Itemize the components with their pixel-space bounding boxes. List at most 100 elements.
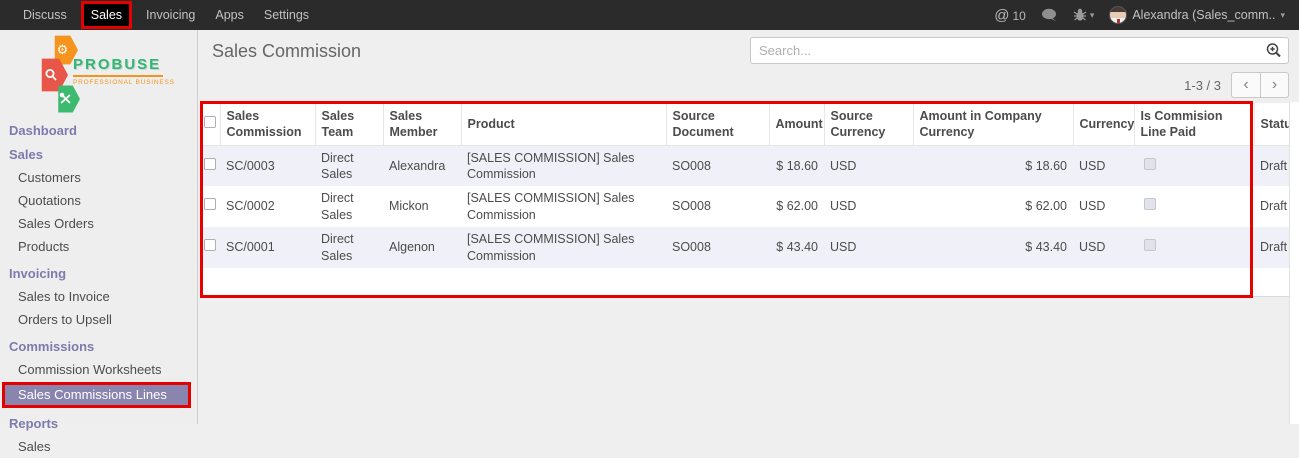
sidebar-heading-commissions[interactable]: Commissions <box>0 334 197 358</box>
cell-amount: $ 62.00 <box>769 186 824 227</box>
cell-amount: $ 43.40 <box>769 227 824 268</box>
cell-currency: USD <box>1073 227 1134 268</box>
cell-sales-commission: SC/0003 <box>220 145 315 186</box>
mention-count: 10 <box>1012 9 1025 23</box>
logo-title: PROBUSE <box>73 56 175 73</box>
chevron-down-icon: ▾ <box>1280 10 1285 21</box>
sidebar-item-orders-to-upsell[interactable]: Orders to Upsell <box>0 308 197 331</box>
is-paid-checkbox <box>1144 198 1156 210</box>
top-navbar: Discuss Sales Invoicing Apps Settings @ … <box>0 0 1299 30</box>
messages-button[interactable] <box>1041 8 1058 22</box>
nav-apps[interactable]: Apps <box>205 0 254 30</box>
table-header-row: Sales Commission Sales Team Sales Member… <box>200 103 1289 145</box>
cell-source-document: SO008 <box>666 227 769 268</box>
cell-sales-commission: SC/0002 <box>220 186 315 227</box>
cell-product: [SALES COMMISSION] Sales Commission <box>461 145 666 186</box>
sidebar-item-customers[interactable]: Customers <box>0 166 197 189</box>
table-row[interactable]: SC/0002 Direct Sales Mickon [SALES COMMI… <box>200 186 1289 227</box>
commission-lines-table: Sales Commission Sales Team Sales Member… <box>200 103 1289 268</box>
sidebar-item-sales-to-invoice[interactable]: Sales to Invoice <box>0 285 197 308</box>
col-sales-member[interactable]: Sales Member <box>383 103 461 145</box>
search-input[interactable] <box>751 43 1258 58</box>
search-button[interactable] <box>1258 38 1288 63</box>
select-all-checkbox[interactable] <box>204 116 216 128</box>
cell-sales-team: Direct Sales <box>315 227 383 268</box>
chevron-left-icon: ‹ <box>1243 76 1248 94</box>
col-currency[interactable]: Currency <box>1073 103 1134 145</box>
user-name: Alexandra (Sales_comm.. <box>1132 8 1275 22</box>
cell-status: Draft <box>1254 145 1289 186</box>
sidebar-heading-invoicing[interactable]: Invoicing <box>0 261 197 285</box>
cell-amount-company-currency: $ 43.40 <box>913 227 1073 268</box>
cell-sales-member: Algenon <box>383 227 461 268</box>
nav-discuss[interactable]: Discuss <box>13 0 77 30</box>
col-status[interactable]: Status <box>1254 103 1289 145</box>
cell-source-currency: USD <box>824 227 913 268</box>
list-view: Sales Commission Sales Team Sales Member… <box>200 103 1289 297</box>
scrollbar-gutter[interactable] <box>1289 102 1299 424</box>
cell-product: [SALES COMMISSION] Sales Commission <box>461 227 666 268</box>
pager-previous-button[interactable]: ‹ <box>1231 72 1260 98</box>
debug-menu[interactable]: ▾ <box>1073 8 1095 22</box>
table-row[interactable]: SC/0003 Direct Sales Alexandra [SALES CO… <box>200 145 1289 186</box>
col-product[interactable]: Product <box>461 103 666 145</box>
nav-invoicing[interactable]: Invoicing <box>136 0 205 30</box>
col-amount[interactable]: Amount <box>769 103 824 145</box>
user-menu[interactable]: Alexandra (Sales_comm.. ▾ <box>1109 6 1285 24</box>
sidebar-item-quotations[interactable]: Quotations <box>0 189 197 212</box>
nav-sales[interactable]: Sales <box>84 4 129 26</box>
search-bar <box>750 37 1289 64</box>
cell-sales-member: Alexandra <box>383 145 461 186</box>
cell-source-document: SO008 <box>666 145 769 186</box>
col-source-currency[interactable]: Source Currency <box>824 103 913 145</box>
sidebar-heading-sales[interactable]: Sales <box>0 142 197 166</box>
cell-sales-member: Mickon <box>383 186 461 227</box>
sidebar-heading-dashboard[interactable]: Dashboard <box>0 118 197 142</box>
user-avatar <box>1109 6 1127 24</box>
sidebar-item-reports-sales[interactable]: Sales <box>0 435 197 458</box>
page-title: Sales Commission <box>212 41 361 62</box>
cell-source-document: SO008 <box>666 186 769 227</box>
sidebar: ⚙ PROBUSE PROFESSIONAL BUSINESS Dashboar… <box>0 30 198 424</box>
col-source-document[interactable]: Source Document <box>666 103 769 145</box>
bug-icon <box>1073 8 1087 22</box>
main-content: Sales Commission 1-3 / 3 ‹ › <box>198 30 1299 424</box>
chat-bubble-icon <box>1041 8 1058 22</box>
row-checkbox[interactable] <box>204 239 216 251</box>
sidebar-item-products[interactable]: Products <box>0 235 197 258</box>
cell-sales-team: Direct Sales <box>315 186 383 227</box>
at-icon: @ <box>994 7 1009 24</box>
cell-amount-company-currency: $ 62.00 <box>913 186 1073 227</box>
logo-subtitle: PROFESSIONAL BUSINESS <box>73 79 175 86</box>
col-sales-team[interactable]: Sales Team <box>315 103 383 145</box>
nav-settings[interactable]: Settings <box>254 0 319 30</box>
sidebar-heading-reports[interactable]: Reports <box>0 411 197 435</box>
search-icon <box>1265 42 1282 59</box>
row-checkbox[interactable] <box>204 158 216 170</box>
mention-counter[interactable]: @ 10 <box>994 7 1026 24</box>
cell-status: Draft <box>1254 227 1289 268</box>
sidebar-selected-annotation: Sales Commissions Lines <box>2 382 191 408</box>
cell-amount: $ 18.60 <box>769 145 824 186</box>
cell-amount-company-currency: $ 18.60 <box>913 145 1073 186</box>
cell-source-currency: USD <box>824 145 913 186</box>
col-sales-commission[interactable]: Sales Commission <box>220 103 315 145</box>
cell-sales-commission: SC/0001 <box>220 227 315 268</box>
nav-sales-annotation: Sales <box>81 1 132 29</box>
sidebar-item-commission-worksheets[interactable]: Commission Worksheets <box>0 358 197 381</box>
probuse-logo: ⚙ PROBUSE PROFESSIONAL BUSINESS <box>0 30 197 118</box>
sidebar-item-sales-orders[interactable]: Sales Orders <box>0 212 197 235</box>
pager-next-button[interactable]: › <box>1260 72 1289 98</box>
is-paid-checkbox <box>1144 158 1156 170</box>
row-checkbox[interactable] <box>204 198 216 210</box>
col-amount-company-currency[interactable]: Amount in Company Currency <box>913 103 1073 145</box>
pager-range: 1-3 / 3 <box>1184 78 1221 93</box>
table-row[interactable]: SC/0001 Direct Sales Algenon [SALES COMM… <box>200 227 1289 268</box>
cell-product: [SALES COMMISSION] Sales Commission <box>461 186 666 227</box>
col-is-commision-line-paid[interactable]: Is Commision Line Paid <box>1134 103 1254 145</box>
systray: @ 10 ▾ Alexandra (Sales_comm.. ▾ <box>994 6 1299 24</box>
sidebar-item-sales-commissions-lines[interactable]: Sales Commissions Lines <box>5 385 188 405</box>
cell-currency: USD <box>1073 145 1134 186</box>
list-footer <box>200 268 1289 296</box>
logo-rule <box>73 75 163 77</box>
